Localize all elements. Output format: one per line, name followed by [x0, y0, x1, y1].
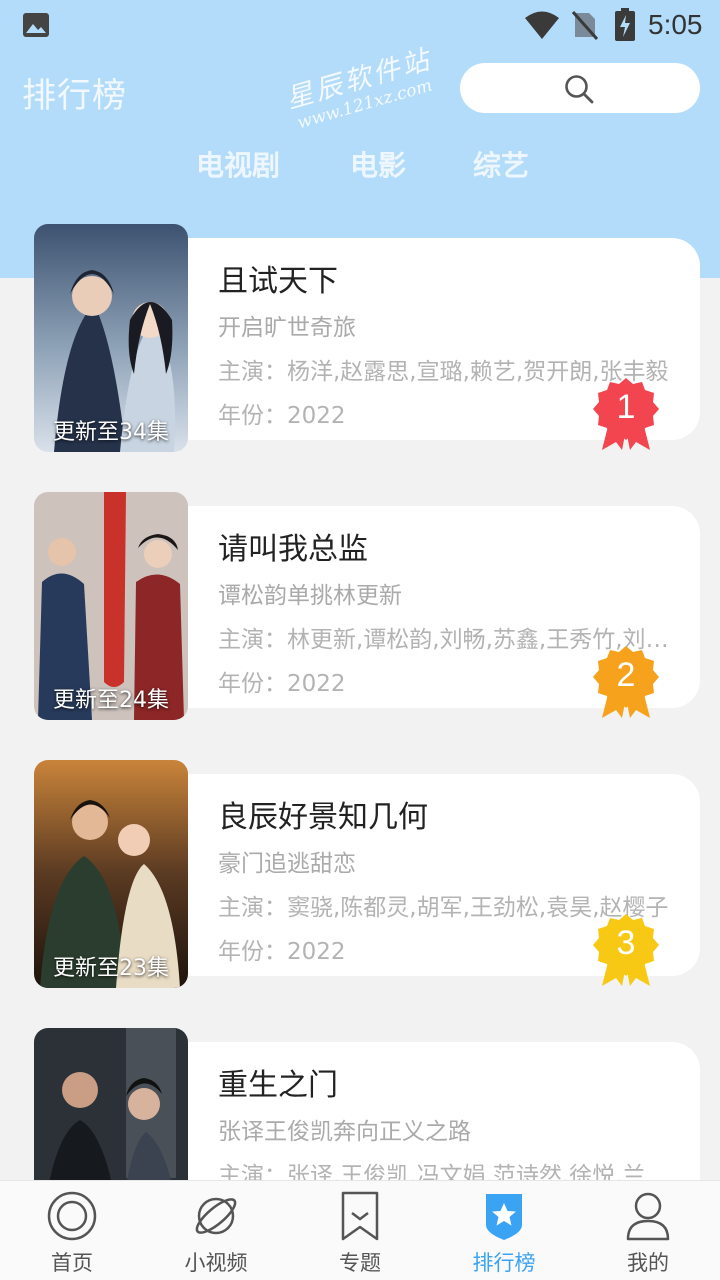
- status-time: 5:05: [648, 9, 703, 40]
- tab-variety[interactable]: 综艺: [473, 144, 529, 184]
- item-title[interactable]: 良辰好景知几何: [218, 792, 428, 836]
- home-icon: [47, 1191, 97, 1241]
- item-subtitle: 谭松韵单挑林更新: [218, 583, 402, 609]
- list-item[interactable]: 更新至24集 请叫我总监 谭松韵单挑林更新 主演：林更新,谭松韵,刘畅,苏鑫,王…: [0, 490, 720, 720]
- wifi-icon: [525, 11, 559, 39]
- rank-number: 2: [616, 656, 636, 694]
- nav-label: 我的: [627, 1251, 669, 1275]
- nav-profile[interactable]: 我的: [588, 1181, 708, 1280]
- nav-topics[interactable]: 专题: [300, 1181, 420, 1280]
- list-item[interactable]: 更新至23集 良辰好景知几何 豪门追逃甜恋 主演：窦骁,陈都灵,胡军,王劲松,袁…: [0, 758, 720, 988]
- search-icon[interactable]: [564, 74, 594, 104]
- rank-shield-icon: [486, 1194, 522, 1240]
- tab-tv-series[interactable]: 电视剧: [196, 144, 280, 184]
- rank-badge: 2: [592, 644, 660, 720]
- tab-movies[interactable]: 电影: [350, 144, 406, 184]
- nav-label: 排行榜: [472, 1251, 536, 1275]
- list-item[interactable]: 更新至34集 且试天下 开启旷世奇旅 主演：杨洋,赵露思,宣璐,赖艺,贺开朗,张…: [0, 222, 720, 452]
- poster-image[interactable]: 更新至34集: [34, 224, 188, 452]
- rank-badge: 3: [592, 912, 660, 988]
- item-subtitle: 张译王俊凯奔向正义之路: [218, 1119, 471, 1145]
- item-title[interactable]: 重生之门: [218, 1060, 338, 1104]
- bookmark-icon: [341, 1191, 379, 1241]
- update-status: 更新至23集: [53, 956, 169, 981]
- item-subtitle: 开启旷世奇旅: [218, 315, 356, 341]
- item-year: 年份：2022: [218, 403, 346, 429]
- rank-badge: 1: [592, 376, 660, 452]
- search-bar[interactable]: [460, 63, 700, 113]
- poster-image[interactable]: 更新至24集: [34, 492, 188, 720]
- nav-label: 小视频: [184, 1251, 248, 1275]
- nav-short-video[interactable]: 小视频: [156, 1181, 276, 1280]
- update-status: 更新至24集: [53, 688, 169, 713]
- battery-charging-icon: [615, 8, 635, 41]
- bottom-navigation: 首页 小视频 专题 排行榜 我的: [0, 1180, 720, 1280]
- item-year: 年份：2022: [218, 939, 346, 965]
- no-sim-icon: [572, 11, 598, 40]
- planet-icon: [195, 1197, 237, 1235]
- nav-ranking[interactable]: 排行榜: [444, 1181, 564, 1280]
- rank-number: 1: [616, 388, 636, 426]
- user-icon: [626, 1192, 670, 1241]
- image-notification-icon: [23, 13, 49, 37]
- item-title[interactable]: 且试天下: [218, 256, 338, 300]
- nav-label: 首页: [51, 1251, 93, 1275]
- nav-home[interactable]: 首页: [12, 1181, 132, 1280]
- item-subtitle: 豪门追逃甜恋: [218, 851, 356, 877]
- nav-label: 专题: [339, 1251, 381, 1275]
- item-title[interactable]: 请叫我总监: [218, 524, 368, 568]
- rank-number: 3: [616, 924, 636, 962]
- item-year: 年份：2022: [218, 671, 346, 697]
- update-status: 更新至34集: [53, 420, 169, 445]
- page-title: 排行榜: [22, 76, 127, 116]
- category-tabs: 电视剧 电影 综艺: [0, 144, 720, 184]
- poster-image[interactable]: 更新至23集: [34, 760, 188, 988]
